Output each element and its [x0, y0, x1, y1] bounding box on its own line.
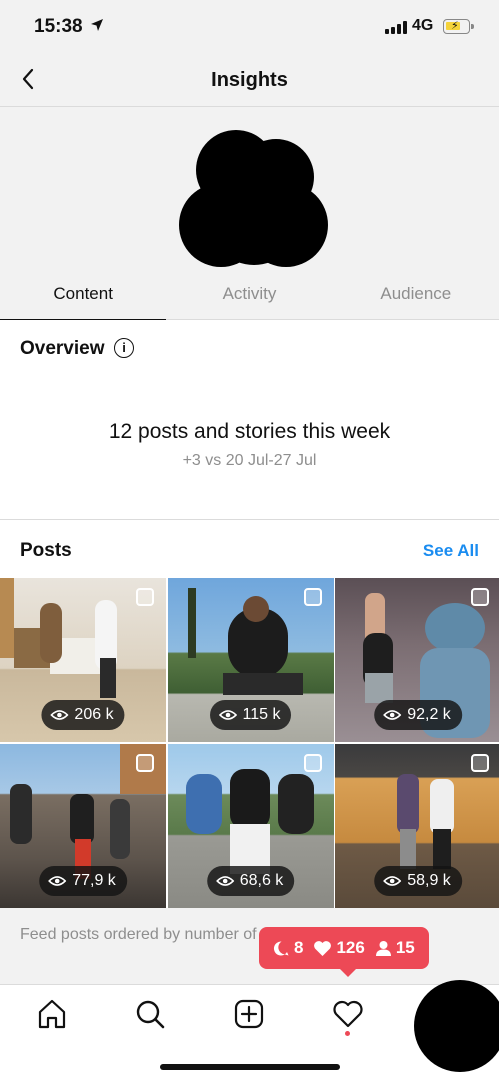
posts-title: Posts: [20, 540, 72, 561]
comment-icon: [273, 940, 289, 955]
notification-tail: [339, 968, 357, 977]
post-thumbnail[interactable]: 92,2 k: [335, 578, 499, 742]
post-thumbnail[interactable]: 115 k: [167, 578, 334, 742]
view-count: 206 k: [74, 706, 114, 723]
view-count: 77,9 k: [72, 872, 116, 889]
info-icon[interactable]: i: [114, 338, 134, 358]
followers-count: 15: [395, 938, 415, 957]
eye-icon: [383, 876, 402, 886]
avatar: [179, 130, 328, 267]
network-type: 4G: [412, 17, 434, 34]
battery-icon: ⚡: [443, 19, 474, 34]
view-count: 58,9 k: [407, 872, 451, 889]
search-icon[interactable]: [133, 997, 167, 1031]
tab-content[interactable]: Content: [0, 270, 167, 320]
comments-count: 8: [294, 938, 304, 957]
home-icon[interactable]: [35, 997, 69, 1031]
eye-icon: [50, 710, 69, 720]
view-count: 92,2 k: [407, 706, 451, 723]
activity-notification[interactable]: 8 126 15: [259, 927, 429, 969]
status-bar: 15:38 4G ⚡: [0, 0, 499, 52]
post-thumbnail[interactable]: 77,9 k: [0, 744, 166, 908]
post-thumbnail[interactable]: 68,6 k: [167, 744, 334, 908]
insights-tabs: Content Activity Audience: [0, 270, 499, 320]
tab-audience[interactable]: Audience: [333, 270, 499, 319]
overview-section: Overview i 12 posts and stories this wee…: [0, 320, 499, 520]
status-time: 15:38: [34, 16, 83, 37]
posts-grid: 206 k 115 k 92,2 k 77,9 k 68,6 k 58,9 k: [0, 578, 499, 908]
overview-title: Overview: [20, 338, 105, 359]
overview-headline: 12 posts and stories this week: [108, 420, 391, 443]
view-count: 115 k: [242, 706, 281, 723]
tab-activity[interactable]: Activity: [166, 270, 332, 319]
likes-count: 126: [336, 938, 365, 957]
person-icon: [375, 940, 391, 956]
eye-icon: [48, 876, 67, 886]
home-indicator: [160, 1064, 340, 1070]
profile-tab-avatar[interactable]: [414, 980, 499, 1072]
page-title: Insights: [211, 69, 288, 91]
view-count: 68,6 k: [239, 872, 284, 889]
eye-icon: [215, 876, 234, 886]
post-thumbnail[interactable]: 206 k: [0, 578, 166, 742]
eye-icon: [383, 710, 402, 720]
activity-heart-icon[interactable]: [331, 997, 365, 1031]
eye-icon: [218, 710, 237, 720]
heart-icon: [314, 940, 332, 956]
signal-icon: [385, 21, 407, 34]
see-all-link[interactable]: See All: [423, 541, 479, 561]
location-arrow-icon: [91, 19, 103, 31]
post-thumbnail[interactable]: 58,9 k: [335, 744, 499, 908]
posts-header: Posts See All: [0, 521, 499, 578]
new-post-icon[interactable]: [232, 997, 266, 1031]
overview-comparison: +3 vs 20 Jul-27 Jul: [182, 452, 317, 469]
nav-bar: Insights: [0, 52, 499, 107]
activity-dot: [345, 1031, 350, 1036]
